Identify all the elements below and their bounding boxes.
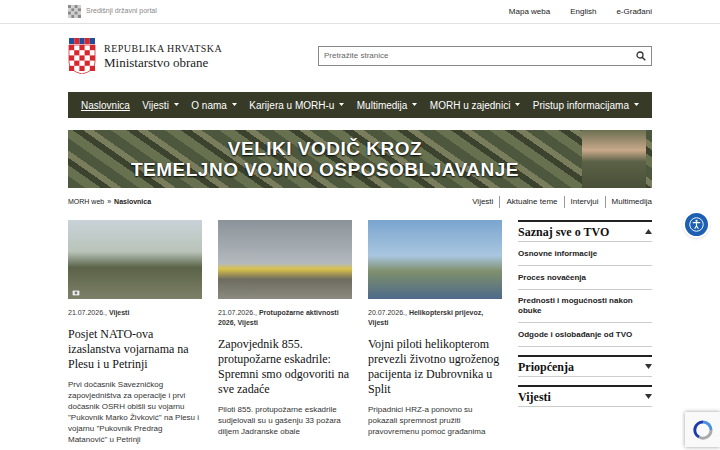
news-title[interactable]: Vojni piloti helikopterom prevezli život… bbox=[368, 337, 502, 397]
nav-item[interactable]: Pristup informacijama bbox=[533, 98, 639, 113]
header: REPUBLIKA HRVATSKAMinistarstvo obrane Pre… bbox=[68, 24, 652, 88]
accessibility-icon bbox=[689, 217, 704, 232]
sidebar-section-header[interactable]: Saznaj sve o TVO bbox=[518, 222, 652, 242]
breadcrumb-link[interactable]: MORH web bbox=[68, 197, 104, 208]
news-photo bbox=[368, 220, 502, 299]
nav-item[interactable]: Multimedija bbox=[357, 98, 418, 113]
chevron-down-icon bbox=[515, 103, 520, 107]
breadcrumb: MORH web»Naslovnica bbox=[68, 197, 151, 208]
news-photo bbox=[218, 220, 352, 299]
sidebar-section-header[interactable]: Vijesti bbox=[518, 387, 652, 407]
ministry-logo[interactable]: REPUBLIKA HRVATSKAMinistarstvo obrane bbox=[68, 38, 222, 74]
news-card[interactable]: 20.07.2026., Helikopterski prijevoz, Vij… bbox=[368, 220, 502, 445]
top-link[interactable]: e-Građani bbox=[616, 6, 652, 18]
portal-link[interactable]: Središnji državni portal bbox=[86, 6, 157, 17]
nav-item[interactable]: Karijera u MORH-u bbox=[249, 98, 344, 113]
section-link[interactable]: Vijesti bbox=[466, 196, 499, 208]
search-icon[interactable] bbox=[636, 51, 646, 61]
sidebar-item[interactable]: Odgode i oslobađanje od TVO bbox=[518, 323, 652, 347]
coat-of-arms-icon bbox=[68, 38, 96, 74]
top-link[interactable]: Mapa weba bbox=[509, 6, 550, 18]
portal-logo-icon bbox=[68, 5, 81, 18]
chevron-down-icon bbox=[339, 103, 344, 107]
chevron-down-icon bbox=[412, 103, 417, 107]
chevron-down-icon bbox=[174, 103, 179, 107]
news-title[interactable]: Zapovjednik 855. protupožarne eskadrile:… bbox=[218, 337, 352, 397]
caret-down-icon bbox=[645, 364, 652, 369]
camera-icon bbox=[72, 289, 80, 296]
top-bar: Središnji državni portal Mapa weba English… bbox=[0, 0, 720, 24]
sidebar-section: Saznaj sve o TVOOsnovne informacijeProce… bbox=[518, 220, 652, 347]
chevron-down-icon bbox=[232, 103, 237, 107]
nav-item[interactable]: Vijesti bbox=[142, 98, 179, 113]
news-excerpt: Pripadnici HRZ-a ponovno su pokazali spr… bbox=[368, 404, 502, 437]
nav-item[interactable]: MORH u zajednici bbox=[430, 98, 521, 113]
chevron-down-icon bbox=[634, 103, 639, 107]
content: 21.07.2026., VijestiPosjet NATO-ova izas… bbox=[68, 220, 652, 445]
nav-item[interactable]: Naslovnica bbox=[81, 98, 130, 113]
news-excerpt: Prvi dočasnik Savezničkog zapovjedništva… bbox=[68, 379, 202, 445]
news-title[interactable]: Posjet NATO-ova izaslanstva vojarnama na… bbox=[68, 327, 202, 372]
news-excerpt: Piloti 855. protupožarne eskadrile sudje… bbox=[218, 404, 352, 437]
news-card[interactable]: 21.07.2026., Protupožarne aktivnosti 202… bbox=[218, 220, 352, 445]
page: Središnji državni portal Mapa weba English… bbox=[0, 0, 720, 450]
sidebar: Saznaj sve o TVOOsnovne informacijeProce… bbox=[518, 220, 652, 445]
search-field[interactable]: Pretražite stranice bbox=[318, 46, 652, 66]
news-photo bbox=[68, 220, 202, 299]
caret-up-icon bbox=[645, 229, 652, 234]
accessibility-button[interactable] bbox=[683, 211, 710, 238]
recaptcha-icon bbox=[693, 420, 713, 440]
sidebar-item[interactable]: Proces novačenja bbox=[518, 266, 652, 290]
soldier-photo bbox=[582, 130, 646, 188]
top-link[interactable]: English bbox=[570, 6, 596, 18]
nav-item[interactable]: O nama bbox=[191, 98, 237, 113]
section-link[interactable]: Intervjui bbox=[564, 196, 605, 208]
sidebar-section: Vijesti bbox=[518, 385, 652, 407]
main-nav: Naslovnica Vijesti O nama Karijera u MORH-u… bbox=[68, 92, 652, 118]
sidebar-item[interactable]: Osnovne informacije bbox=[518, 242, 652, 266]
section-link[interactable]: Multimedija bbox=[605, 196, 652, 208]
caret-down-icon bbox=[645, 394, 652, 399]
recaptcha-badge[interactable] bbox=[685, 412, 720, 447]
sidebar-item[interactable]: Prednosti i mogućnosti nakon obuke bbox=[518, 290, 652, 323]
sidebar-section-header[interactable]: Priopćenja bbox=[518, 357, 652, 377]
breadcrumb-row: MORH web»Naslovnica VijestiAktualne temeI… bbox=[68, 196, 652, 208]
news-card[interactable]: 21.07.2026., VijestiPosjet NATO-ova izas… bbox=[68, 220, 202, 445]
section-link[interactable]: Aktualne teme bbox=[499, 196, 563, 208]
breadcrumb-current: Naslovnica bbox=[114, 197, 151, 208]
sidebar-section: Priopćenja bbox=[518, 355, 652, 377]
tvo-banner[interactable]: VELIKI VODIČ KROZTEMELJNO VOJNO OSPOSOBL… bbox=[68, 130, 652, 188]
